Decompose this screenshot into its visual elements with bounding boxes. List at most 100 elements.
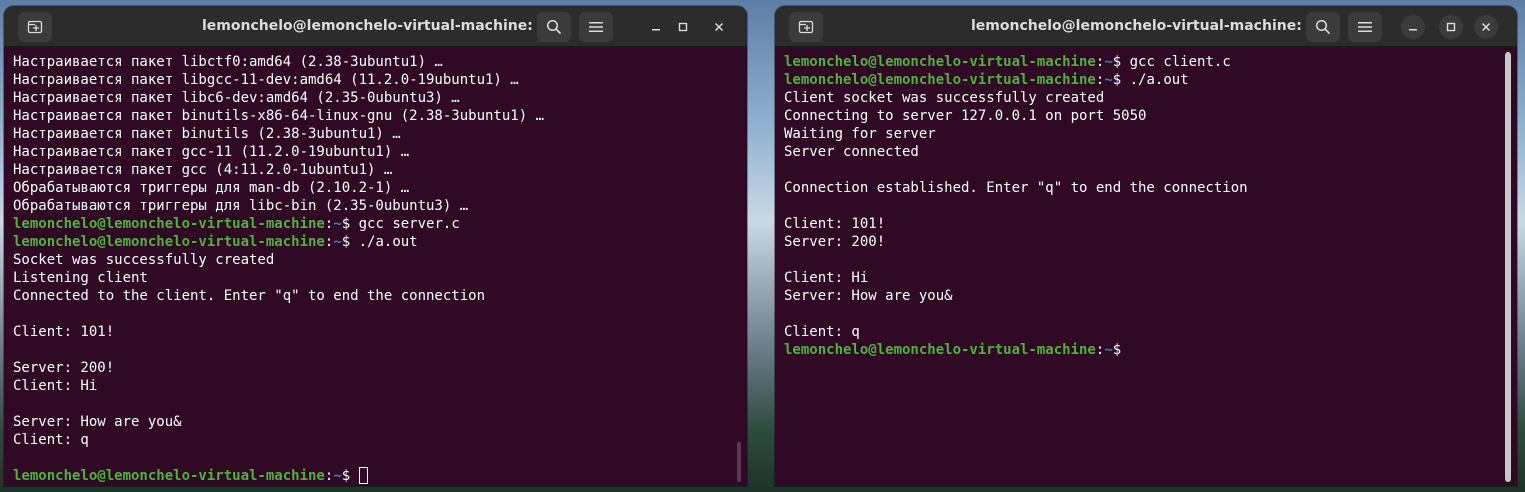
menu-button[interactable] <box>1348 12 1382 42</box>
terminal-line: Обрабатываются триггеры для man-db (2.10… <box>13 179 727 197</box>
new-tab-icon <box>798 20 814 34</box>
output-text: Обрабатываются триггеры для man-db (2.10… <box>13 180 410 196</box>
output-text: Connection established. Enter "q" to end… <box>784 180 1248 196</box>
prompt-path: ~ <box>333 468 342 484</box>
output-text: Client: 101! <box>13 324 115 340</box>
text-cursor <box>358 467 368 484</box>
header-bar: lemonchelo@lemonchelo-virtual-machine: ~ <box>4 6 747 47</box>
close-icon <box>714 22 724 32</box>
prompt-user: lemonchelo@lemonchelo-virtual-machine <box>784 72 1096 88</box>
prompt-path: ~ <box>333 234 342 250</box>
maximize-icon <box>1446 22 1456 32</box>
close-button[interactable] <box>1474 15 1498 39</box>
terminal-line: lemonchelo@lemonchelo-virtual-machine:~$… <box>13 215 727 233</box>
output-text: Настраивается пакет libctf0:amd64 (2.38-… <box>13 54 443 70</box>
terminal-line: Настраивается пакет binutils-x86-64-linu… <box>13 107 727 125</box>
terminal-line: Client: Hi <box>784 269 1497 287</box>
window-title: lemonchelo@lemonchelo-virtual-machine: ~ <box>971 18 1319 34</box>
maximize-button[interactable] <box>671 15 695 39</box>
header-bar: lemonchelo@lemonchelo-virtual-machine: ~ <box>775 6 1517 47</box>
terminal-line: Client: q <box>13 431 727 449</box>
output-text: Socket was successfully created <box>13 252 275 268</box>
menu-button[interactable] <box>579 12 613 42</box>
terminal-line: lemonchelo@lemonchelo-virtual-machine:~$ <box>13 467 727 485</box>
output-text: Server: 200! <box>784 234 886 250</box>
output-text: Waiting for server <box>784 126 936 142</box>
output-text: Server: How are you& <box>784 288 953 304</box>
output-text: Настраивается пакет binutils-x86-64-linu… <box>13 108 545 124</box>
search-icon <box>546 19 562 35</box>
output-text: Client: Hi <box>784 270 869 286</box>
prompt-user: lemonchelo@lemonchelo-virtual-machine <box>784 342 1096 358</box>
scrollbar[interactable] <box>1505 52 1511 482</box>
window-title: lemonchelo@lemonchelo-virtual-machine: ~ <box>202 18 550 34</box>
output-text: Client: Hi <box>13 378 98 394</box>
terminal-line: Client socket was successfully created <box>784 89 1497 107</box>
hamburger-menu-icon <box>1358 22 1372 32</box>
maximize-button[interactable] <box>1439 15 1463 39</box>
terminal-output[interactable]: Настраивается пакет libctf0:amd64 (2.38-… <box>13 53 727 486</box>
search-button[interactable] <box>537 12 571 42</box>
hamburger-menu-icon <box>589 22 603 32</box>
output-text: Server connected <box>784 144 919 160</box>
output-text: Настраивается пакет binutils (2.38-3ubun… <box>13 126 401 142</box>
new-tab-button[interactable] <box>789 12 823 42</box>
minimize-button[interactable] <box>644 15 668 39</box>
output-text: Connecting to server 127.0.0.1 on port 5… <box>784 108 1147 124</box>
output-text: Настраивается пакет libgcc-11-dev:amd64 … <box>13 72 519 88</box>
prompt-user: lemonchelo@lemonchelo-virtual-machine <box>13 216 325 232</box>
terminal-line: Обрабатываются триггеры для libc-bin (2.… <box>13 197 727 215</box>
terminal-line: Waiting for server <box>784 125 1497 143</box>
maximize-icon <box>678 22 688 32</box>
prompt-path: ~ <box>333 216 342 232</box>
terminal-line: Настраивается пакет binutils (2.38-3ubun… <box>13 125 727 143</box>
terminal-line: Listening client <box>13 269 727 287</box>
output-text: Server: 200! <box>13 360 115 376</box>
close-icon <box>1481 22 1491 32</box>
output-text: Обрабатываются триггеры для libc-bin (2.… <box>13 198 469 214</box>
prompt-dollar: $ <box>1112 54 1130 70</box>
prompt-dollar: $ <box>1112 72 1130 88</box>
output-text: Server: How are you& <box>13 414 182 430</box>
terminal-window-server[interactable]: lemonchelo@lemonchelo-virtual-machine: ~ <box>4 6 747 486</box>
terminal-line: lemonchelo@lemonchelo-virtual-machine:~$… <box>784 53 1497 71</box>
prompt-user: lemonchelo@lemonchelo-virtual-machine <box>784 54 1096 70</box>
output-text: Настраивается пакет libc6-dev:amd64 (2.3… <box>13 90 460 106</box>
terminal-line: Настраивается пакет gcc (4:11.2.0-1ubunt… <box>13 161 727 179</box>
terminal-line: Connected to the client. Enter "q" to en… <box>13 287 727 305</box>
output-text: Client: q <box>13 432 89 448</box>
scrollbar[interactable] <box>737 442 741 482</box>
prompt-user: lemonchelo@lemonchelo-virtual-machine <box>13 468 325 484</box>
terminal-output[interactable]: lemonchelo@lemonchelo-virtual-machine:~$… <box>784 53 1497 486</box>
prompt-dollar: $ <box>341 234 359 250</box>
output-text: Настраивается пакет gcc (4:11.2.0-1ubunt… <box>13 162 393 178</box>
terminal-line: Client: 101! <box>13 323 727 341</box>
output-text: Настраивается пакет gcc-11 (11.2.0-19ubu… <box>13 144 410 160</box>
command-text: ./a.out <box>358 234 418 250</box>
prompt-path: ~ <box>1104 342 1113 358</box>
terminal-window-client[interactable]: lemonchelo@lemonchelo-virtual-machine: ~ <box>775 6 1517 486</box>
output-text: Connected to the client. Enter "q" to en… <box>13 288 486 304</box>
new-tab-button[interactable] <box>18 12 52 42</box>
terminal-line: Настраивается пакет libgcc-11-dev:amd64 … <box>13 71 727 89</box>
terminal-line: Server: How are you& <box>784 287 1497 305</box>
output-text: Client: 101! <box>784 216 886 232</box>
terminal-line: Настраивается пакет gcc-11 (11.2.0-19ubu… <box>13 143 727 161</box>
search-button[interactable] <box>1306 12 1340 42</box>
output-text: Client socket was successfully created <box>784 90 1105 106</box>
terminal-line: Client: q <box>784 323 1497 341</box>
terminal-line: Server: 200! <box>784 233 1497 251</box>
prompt-path: ~ <box>1104 72 1113 88</box>
command-text: gcc client.c <box>1129 54 1231 70</box>
command-text: gcc server.c <box>358 216 460 232</box>
terminal-line: Client: Hi <box>13 377 727 395</box>
prompt-dollar: $ <box>1112 342 1122 358</box>
minimize-button[interactable] <box>1401 15 1425 39</box>
close-button[interactable] <box>707 15 731 39</box>
